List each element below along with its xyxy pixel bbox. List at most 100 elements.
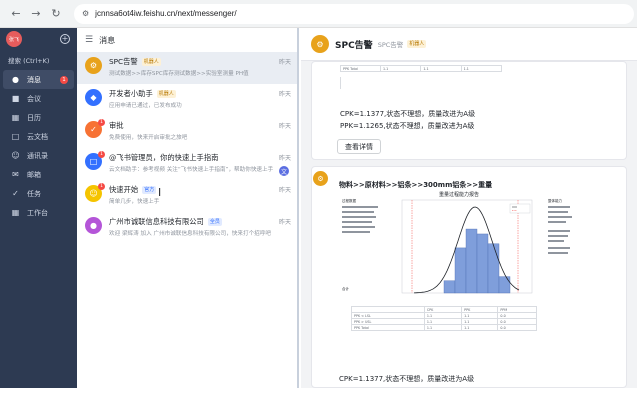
report-table: PPK Total 1.1 1.1 1.1 xyxy=(340,65,503,72)
chart-title: 重量过程能力报告 xyxy=(439,191,479,198)
task-icon: ✓ xyxy=(12,189,19,198)
apps-icon: ▦ xyxy=(11,208,20,217)
bot-tag: 机器人 xyxy=(141,57,161,66)
chat-panel: ⚙ SPC告警 SPC告警 机器人 PPK Total 1.1 1.1 1.1 CPK… xyxy=(301,28,637,388)
approval-icon: ✓ 1 xyxy=(85,119,105,138)
chat-item-developer-helper[interactable]: ◆ 开发者小助手 机器人 昨天 应用申请已通过，已发布成功 xyxy=(77,84,297,116)
sidebar-item-tasks[interactable]: ✓ 任务 xyxy=(3,184,74,203)
chat-item-approval[interactable]: ✓ 1 审批 昨天 免费使用，快来开启审批之旅吧 xyxy=(77,116,297,148)
stat-line xyxy=(342,211,374,213)
histogram-bar xyxy=(487,243,500,294)
chat-preview: 云文档助手：参考视频 关注“飞书快速上手指南”，帮助你快速上手 xyxy=(109,167,274,173)
chat-panel-title: SPC告警 xyxy=(335,40,373,51)
official-tag: 官方 xyxy=(142,185,157,194)
sidebar-item-contacts[interactable]: ☺ 通讯录 xyxy=(3,146,74,165)
chat-preview: 免费使用，快来开启审批之旅吧 xyxy=(109,135,188,141)
stat-line xyxy=(548,230,570,232)
chart-fragment xyxy=(340,77,420,89)
calendar-icon: ▦ xyxy=(11,113,20,122)
chat-preview: 测试数据>>库存SPC库存测试数据>>实验室测量 PH值 xyxy=(109,71,249,77)
chat-time: 昨天 xyxy=(278,219,291,226)
chat-time: 昨天 xyxy=(278,155,291,162)
chat-time: 昨天 xyxy=(278,91,291,98)
video-icon: ■ xyxy=(11,94,20,103)
menu-icon[interactable]: ☰ xyxy=(85,35,93,45)
sidebar-item-label: 邮箱 xyxy=(27,170,41,179)
page-bottom-area xyxy=(0,388,637,414)
histogram-bar xyxy=(443,280,456,294)
view-details-button[interactable]: 查看详情 xyxy=(337,139,381,154)
bot-icon: ⚙ xyxy=(313,171,328,186)
bot-icon: ⚙ xyxy=(85,57,102,74)
chat-item-quick-start[interactable]: ☺ 1 快速开始 官方 昨天 简单几步，快速上手 xyxy=(77,180,297,212)
chat-title: SPC告警 xyxy=(109,56,138,66)
cpk-text: CPK=1.1377,状态不理想，质量改进为A级 xyxy=(340,110,476,118)
chat-title: 开发者小助手 xyxy=(109,88,153,98)
app-sidebar: 张飞 + 搜索 (Ctrl+K) ● 消息 1 ■ 会议 ▦ 日历 □ 云文档 … xyxy=(0,28,77,388)
sidebar-item-label: 日历 xyxy=(27,113,41,122)
ppk-text: PPK=1.1265,状态不理想，质量改进为A级 xyxy=(340,122,475,130)
chat-preview: 应用申请已通过，已发布成功 xyxy=(109,103,182,109)
url-text: jcnnsa6ot4iw.feishu.cn/next/messenger/ xyxy=(95,9,237,18)
stat-line xyxy=(548,240,564,242)
site-info-icon[interactable]: ⚙ xyxy=(82,9,89,18)
url-bar[interactable]: ⚙ jcnnsa6ot4iw.feishu.cn/next/messenger/ xyxy=(74,3,634,24)
sidebar-item-workplace[interactable]: ▦ 工作台 xyxy=(3,203,74,222)
stat-line xyxy=(548,252,568,254)
mail-icon: ✉ xyxy=(12,170,19,179)
sidebar-item-calendar[interactable]: ▦ 日历 xyxy=(3,108,74,127)
doc-icon: □ xyxy=(11,132,20,141)
avatar[interactable]: 张飞 xyxy=(6,31,22,47)
forward-icon[interactable]: → xyxy=(28,6,44,22)
back-icon[interactable]: ← xyxy=(8,6,24,22)
histogram-bar xyxy=(465,228,478,294)
chat-preview: 简单几步，快速上手 xyxy=(109,199,160,205)
profile-row: 张飞 + xyxy=(0,28,77,50)
bot-tag: 机器人 xyxy=(407,40,427,48)
sidebar-item-docs[interactable]: □ 云文档 xyxy=(3,127,74,146)
chat-item-spc-alert[interactable]: ⚙ SPC告警 机器人 昨天 测试数据>>库存SPC库存测试数据>>实验室测量 … xyxy=(77,52,297,84)
chat-list-title: 消息 xyxy=(99,35,116,45)
stat-line xyxy=(342,231,370,233)
unread-badge: 1 xyxy=(98,119,105,126)
chat-title: @飞书管理员，你的快速上手指南 xyxy=(109,152,219,162)
histogram-bar xyxy=(476,233,489,294)
search-button[interactable]: 搜索 (Ctrl+K) xyxy=(0,50,77,70)
chat-time: 昨天 xyxy=(278,187,291,194)
browser-toolbar: ← → ↻ ⚙ jcnnsa6ot4iw.feishu.cn/next/mess… xyxy=(0,0,637,28)
reload-icon[interactable]: ↻ xyxy=(48,6,64,22)
table-section-label: 合计 xyxy=(342,286,350,291)
bot-tag: 机器人 xyxy=(156,89,176,98)
stat-line xyxy=(548,211,568,213)
cpk-text: CPK=1.1377,状态不理想，质量改进为A级 xyxy=(339,375,475,383)
stat-line xyxy=(342,206,378,208)
sidebar-item-label: 工作台 xyxy=(27,208,48,217)
legend-box xyxy=(509,203,531,214)
left-panel-label: 过程数据 xyxy=(342,198,356,203)
process-capability-chart: 重量过程能力报告 过程数据 整体能力 合计 xyxy=(334,190,584,302)
chat-item-company-group[interactable]: ● 广州市诚联信息科技有限公司 全员 昨天 欢迎 梁辉涛 加入 广州市诚联信息科… xyxy=(77,212,297,244)
sidebar-item-label: 通讯录 xyxy=(27,151,48,160)
sidebar-item-meetings[interactable]: ■ 会议 xyxy=(3,89,74,108)
stat-line xyxy=(548,221,566,223)
group-icon: ● xyxy=(85,217,102,234)
stat-line xyxy=(548,235,568,237)
unread-badge: 1 xyxy=(98,183,105,190)
chat-icon: ● xyxy=(12,75,19,84)
contacts-icon: ☺ xyxy=(11,151,20,160)
chat-panel-subtitle: SPC告警 xyxy=(377,41,404,49)
sidebar-item-messages[interactable]: ● 消息 1 xyxy=(3,70,74,89)
chat-item-quickstart-guide[interactable]: □ 1 @飞书管理员，你的快速上手指南 昨天 云文档助手：参考视频 关注“飞书快… xyxy=(77,148,297,180)
doc-chip-icon[interactable]: 文 xyxy=(279,166,289,176)
bot-icon[interactable]: ⚙ xyxy=(311,35,329,53)
histogram-bar xyxy=(454,247,467,294)
chat-preview: 欢迎 梁辉涛 加入 广州市诚联信息科技有限公司，快来打个招呼吧 xyxy=(109,231,271,237)
right-panel-label: 整体能力 xyxy=(548,198,562,203)
chat-time: 昨天 xyxy=(278,59,291,66)
sidebar-item-label: 消息 xyxy=(27,75,41,84)
sidebar-item-mail[interactable]: ✉ 邮箱 xyxy=(3,165,74,184)
plus-icon[interactable]: + xyxy=(60,34,70,44)
chat-title: 审批 xyxy=(109,120,124,130)
histogram-bar xyxy=(498,276,511,294)
unread-badge: 1 xyxy=(60,75,68,84)
